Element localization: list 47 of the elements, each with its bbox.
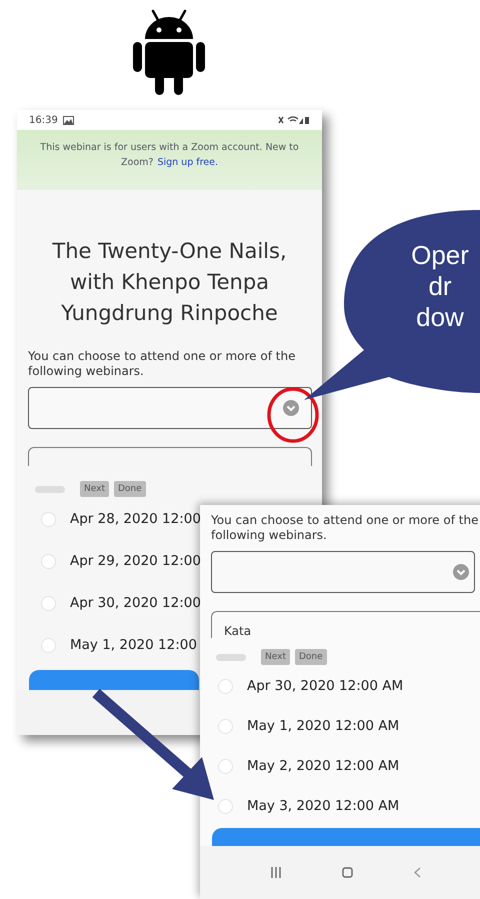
status-time: 16:39	[29, 114, 58, 126]
callout-text: Oper	[410, 240, 470, 271]
toolbar-button[interactable]: Next	[80, 481, 109, 497]
toolbar-button[interactable]: Done	[294, 649, 327, 665]
webinar-date: May 1, 2020 12:00	[70, 637, 197, 653]
callout-text: dr	[427, 271, 453, 302]
home-icon	[342, 867, 353, 878]
register-button[interactable]	[29, 670, 199, 690]
chevron-down-icon	[453, 564, 469, 580]
status-icons	[278, 115, 310, 125]
chevron-down-icon	[283, 400, 299, 416]
toolbar-button[interactable]: Next	[261, 649, 290, 665]
checkbox[interactable]	[41, 554, 56, 568]
webinar-dropdown[interactable]	[211, 551, 475, 593]
text-field[interactable]	[28, 447, 312, 466]
webinar-date: Apr 30, 2020 12:00	[70, 595, 201, 611]
back-icon	[414, 867, 422, 878]
checkbox[interactable]	[41, 596, 56, 610]
prompt-text: You can choose to attend one or more of the following webinars.	[210, 513, 480, 543]
register-button[interactable]	[212, 828, 480, 846]
checkbox[interactable]	[218, 798, 233, 814]
checkbox[interactable]	[41, 638, 56, 652]
webinar-date: Apr 30, 2020 12:00 AM	[247, 678, 404, 694]
checkbox[interactable]	[218, 678, 233, 694]
checkbox[interactable]	[218, 758, 233, 774]
toolbar-button[interactable]: Done	[114, 481, 146, 497]
webinar-title: The Twenty-One Nails,	[51, 238, 288, 265]
info-banner: This webinar is for users with a Zoom account. New to Zoom? Sign up free.	[17, 130, 322, 190]
toolbar-button[interactable]	[216, 654, 246, 660]
webinar-title: with Khenpo Tenpa	[68, 269, 270, 296]
callout-text: dow	[415, 302, 465, 333]
text-field[interactable]: Kata	[211, 611, 480, 638]
prompt-text: You can choose to attend one or more of the following webinars.	[27, 349, 296, 379]
field-value: Kata	[224, 624, 252, 638]
image-icon	[62, 116, 74, 124]
webinar-date: Apr 29, 2020 12:00	[70, 553, 201, 569]
webinar-date: Apr 28, 2020 12:00	[70, 511, 201, 527]
sign-up-link[interactable]: Sign up free.	[157, 157, 218, 168]
checkbox[interactable]	[41, 512, 56, 526]
webinar-date: May 2, 2020 12:00 AM	[247, 758, 400, 774]
webinar-date: May 1, 2020 12:00 AM	[247, 718, 400, 734]
toolbar-button[interactable]	[35, 486, 65, 492]
webinar-date: May 3, 2020 12:00 AM	[247, 798, 400, 814]
recents-icon	[270, 867, 281, 878]
webinar-title: Yungdrung Rinpoche	[60, 300, 279, 327]
checkbox[interactable]	[218, 718, 233, 734]
webinar-dropdown[interactable]	[28, 387, 312, 429]
